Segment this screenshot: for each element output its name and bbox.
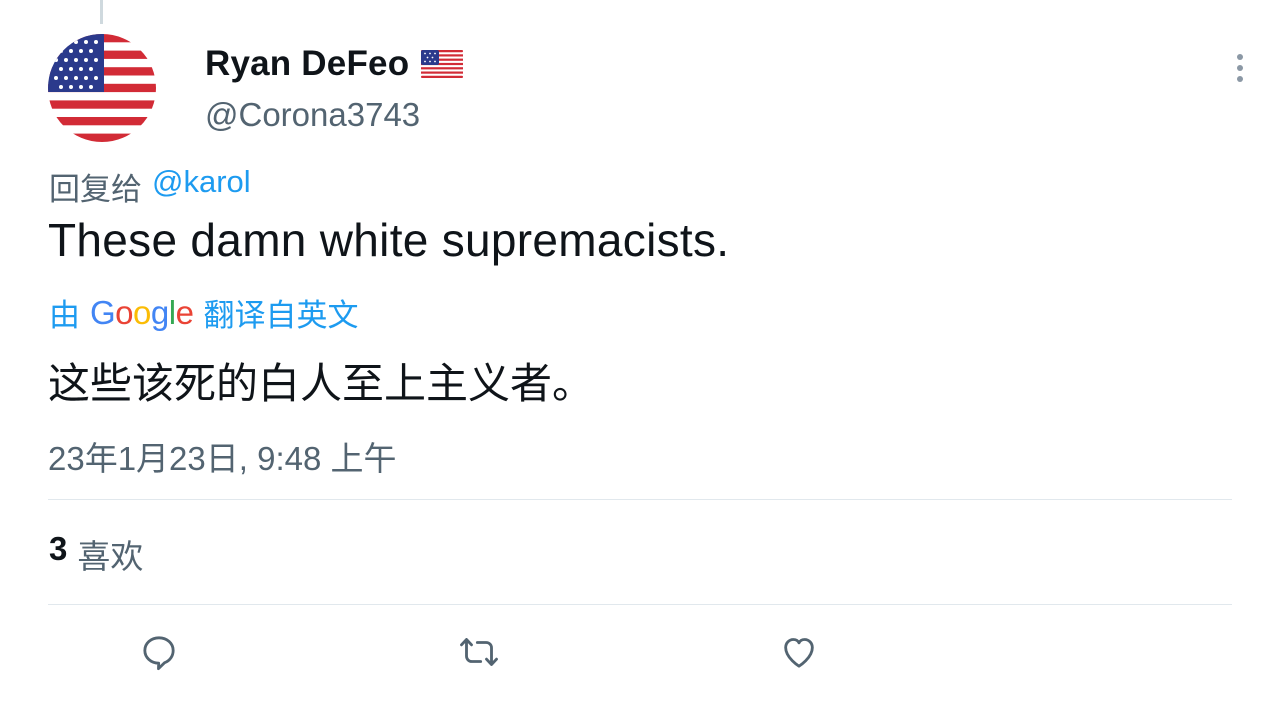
divider [48, 604, 1232, 605]
like-button[interactable] [777, 630, 821, 674]
author-display-name[interactable]: Ryan DeFeo [205, 44, 409, 84]
reply-mention-link[interactable]: @karol [152, 164, 251, 209]
retweet-button[interactable] [457, 630, 501, 674]
thread-connector-line [100, 0, 103, 24]
retweet-icon [460, 638, 498, 666]
google-logo: Google [90, 293, 194, 331]
author-handle[interactable]: @Corona3743 [205, 96, 420, 134]
translation-attribution[interactable]: 由 Google 翻译自英文 [49, 290, 358, 335]
reply-prefix: 回复给 [49, 172, 142, 207]
tweet-timestamp[interactable]: 23年1月23日, 9:48 上午 [48, 432, 397, 480]
heart-icon [784, 638, 814, 668]
avatar[interactable] [48, 34, 156, 142]
likes-count: 3 [49, 530, 68, 567]
more-options-icon[interactable] [1228, 50, 1252, 86]
author-name-row[interactable]: Ryan DeFeo [205, 44, 464, 84]
likes-label: 喜欢 [77, 538, 144, 575]
translated-text: 这些该死的白人至上主义者。 [48, 360, 595, 407]
translation-suffix: 翻译自英文 [203, 298, 359, 333]
divider [48, 499, 1232, 500]
reply-icon [143, 636, 175, 671]
translation-prefix: 由 [49, 298, 80, 333]
reply-context: 回复给 @karol [49, 164, 251, 209]
tweet-text: These damn white supremacists. [48, 214, 730, 266]
more-dot [1237, 65, 1243, 71]
more-dot [1237, 76, 1243, 82]
likes-summary[interactable]: 3 喜欢 [49, 530, 143, 578]
us-flag-icon [421, 50, 464, 78]
more-dot [1237, 54, 1243, 60]
reply-button[interactable] [137, 630, 181, 674]
us-flag-avatar-icon [48, 34, 156, 142]
